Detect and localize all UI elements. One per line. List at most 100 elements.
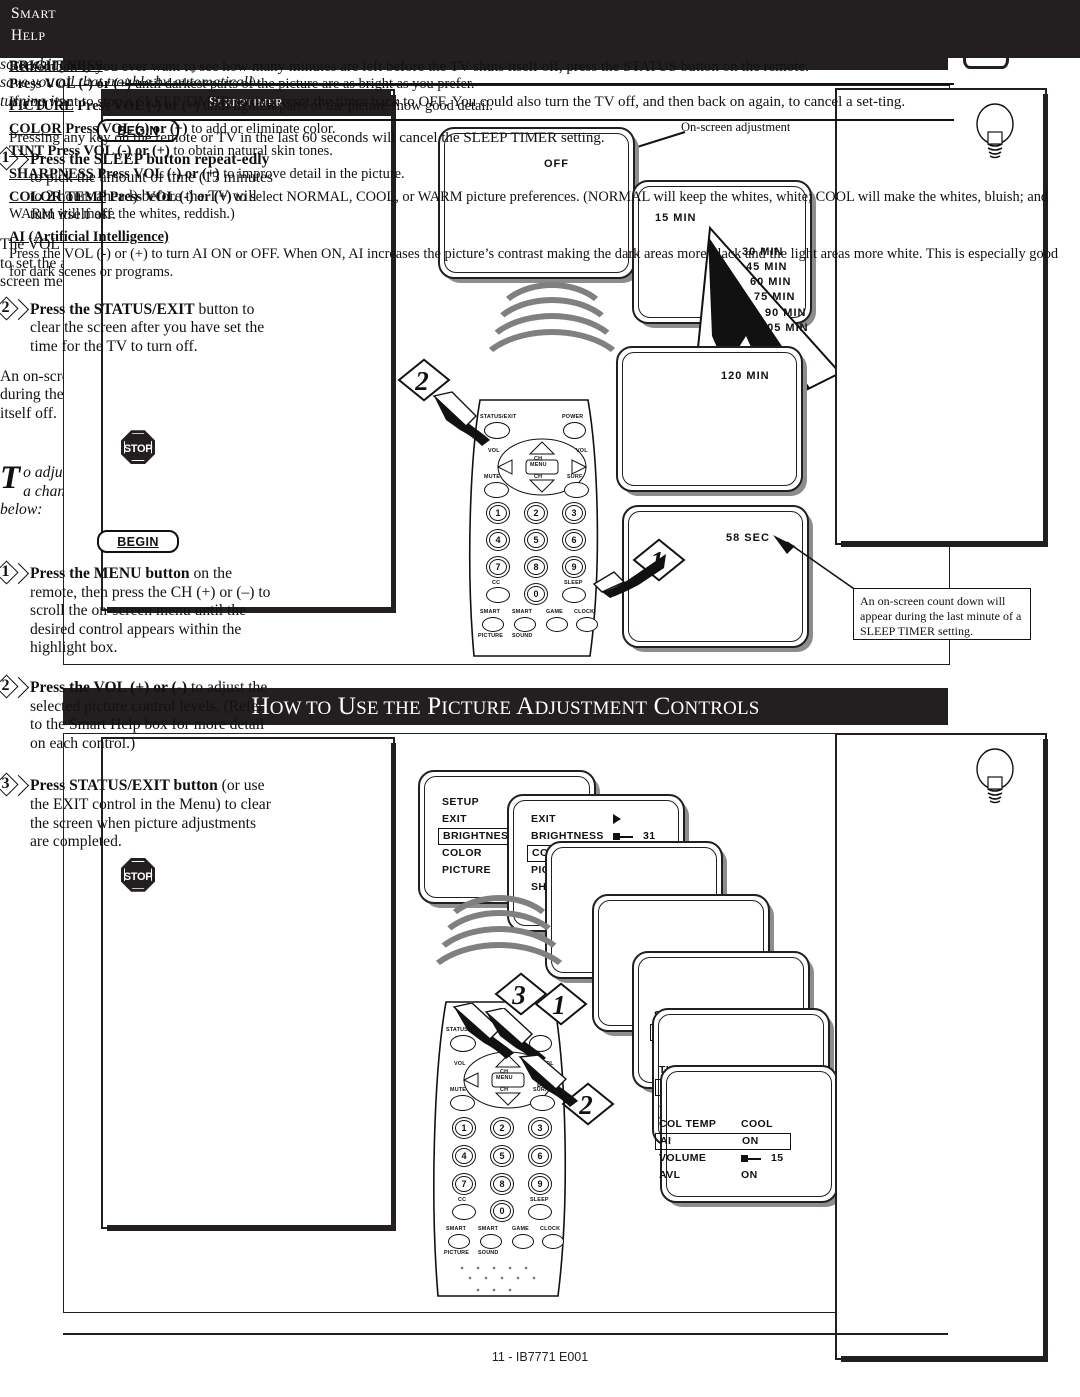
remote2-label-cc: CC bbox=[458, 1197, 467, 1203]
help-term-2: COLOR bbox=[9, 120, 62, 137]
help-term-0: BRIGHTNESS bbox=[9, 58, 103, 74]
remote2-label-sound: SOUND bbox=[478, 1250, 499, 1256]
smart-help-1-shadow-bottom bbox=[841, 541, 1048, 547]
remote1-key-5[interactable]: 5 bbox=[524, 529, 548, 551]
remote1-label-mute: MUTE bbox=[484, 474, 501, 480]
remote1-label-sleep: SLEEP bbox=[564, 580, 583, 586]
help-term-3: TINT bbox=[9, 143, 44, 160]
smart-help-2-title-line1: SMART bbox=[11, 5, 57, 22]
help-term-5: COLOR TEMP bbox=[9, 188, 106, 205]
help-term-6: AI (Artificial Intelligence) bbox=[9, 228, 169, 245]
menu-row-label: COL TEMP bbox=[659, 1118, 717, 1130]
remote2-key-sleep[interactable] bbox=[528, 1204, 552, 1220]
help-entry-3: TINT Press VOL (-) or (+) to obtain natu… bbox=[9, 143, 1071, 161]
menu-row-value: ON bbox=[741, 1167, 758, 1184]
menu-row-label: BRIGHTNESS bbox=[443, 830, 516, 842]
help-bold-3: Press VOL (-) or (+) bbox=[43, 143, 170, 160]
remote2-key-5[interactable]: 5 bbox=[490, 1145, 514, 1167]
remote1-label-ch-down: CH bbox=[534, 474, 543, 480]
remote2-label-mute: MUTE bbox=[450, 1087, 467, 1093]
remote1-key-0[interactable]: 0 bbox=[524, 583, 548, 605]
countdown-caption: An on-screen count down will appear duri… bbox=[853, 588, 1031, 640]
remote1-label-menu-key: MENU bbox=[530, 462, 547, 468]
menu-slider-icon bbox=[613, 831, 643, 841]
help-text-2: to add or eliminate color. bbox=[187, 120, 336, 137]
p-step-3: 3 Press STATUS/EXIT button (or use the E… bbox=[0, 772, 276, 851]
remote2-key-mute[interactable] bbox=[450, 1095, 475, 1111]
remote1-label-game: GAME bbox=[546, 609, 563, 615]
remote1-key-clock[interactable] bbox=[576, 617, 598, 632]
stop-sign-2: STOP bbox=[121, 857, 155, 892]
step-2-bold: Press the STATUS/EXIT bbox=[30, 300, 195, 318]
menu-value-text: ON bbox=[741, 1169, 758, 1181]
remote1-key-8[interactable]: 8 bbox=[524, 556, 548, 578]
remote2-key-2[interactable]: 2 bbox=[490, 1117, 514, 1139]
remote2-key-game[interactable] bbox=[512, 1234, 534, 1249]
remote2-key-4[interactable]: 4 bbox=[452, 1145, 476, 1167]
remote2-key-smart-picture[interactable] bbox=[448, 1234, 470, 1249]
remote1-key-game[interactable] bbox=[546, 617, 568, 632]
remote2-key-0[interactable]: 0 bbox=[490, 1200, 514, 1222]
menu-row[interactable]: COL TEMP COOL bbox=[655, 1116, 791, 1133]
help-entry-4: SHARPNESS Press VOL (-) or (+) to improv… bbox=[9, 166, 1071, 184]
remote1-key-6[interactable]: 6 bbox=[562, 529, 586, 551]
remote1-label-cc: CC bbox=[492, 580, 501, 586]
remote1-key-smart-sound[interactable] bbox=[514, 617, 536, 632]
p-step-diamond-3: 3 bbox=[0, 772, 30, 797]
remote2-key-smart-sound[interactable] bbox=[480, 1234, 502, 1249]
remote2-label-ch-down: CH bbox=[500, 1087, 509, 1093]
remote2-label-game: GAME bbox=[512, 1226, 529, 1232]
hand-pointer-5 bbox=[518, 1055, 578, 1107]
menu-slider-icon bbox=[741, 1153, 771, 1163]
menu-screen-7: COL TEMP COOL AI ON VOLUME 15 AVL ON bbox=[655, 1116, 791, 1184]
remote1-label-clock: CLOCK bbox=[574, 609, 595, 615]
smart-help-2-shadow-right bbox=[1043, 739, 1048, 1362]
picture-adjust-box-shadow-bottom bbox=[107, 1225, 396, 1231]
help-bold-2: Press VOL (-) or (+) bbox=[61, 120, 188, 137]
remote1-key-smart-picture[interactable] bbox=[482, 617, 504, 632]
remote1-key-1[interactable]: 1 bbox=[486, 502, 510, 524]
menu-row[interactable]: VOLUME 15 bbox=[655, 1150, 791, 1167]
remote2-key-1[interactable]: 1 bbox=[452, 1117, 476, 1139]
menu-row[interactable]: AVL ON bbox=[655, 1167, 791, 1184]
remote2-key-3[interactable]: 3 bbox=[528, 1117, 552, 1139]
tv4-osd-text: 58 SEC bbox=[726, 532, 770, 544]
remote2-key-cc[interactable] bbox=[452, 1204, 476, 1220]
remote2-label-smart-sound: SMART bbox=[478, 1226, 499, 1232]
menu-value-text: ON bbox=[742, 1135, 759, 1147]
remote1-key-3[interactable]: 3 bbox=[562, 502, 586, 524]
remote1-key-mute[interactable] bbox=[484, 482, 509, 498]
remote1-key-sleep[interactable] bbox=[562, 587, 586, 603]
remote2-label-menu-key: MENU bbox=[496, 1075, 513, 1081]
remote2-key-6[interactable]: 6 bbox=[528, 1145, 552, 1167]
remote1-label-sound: SOUND bbox=[512, 633, 533, 639]
remote1-key-2[interactable]: 2 bbox=[524, 502, 548, 524]
menu-row[interactable]: EXIT bbox=[527, 811, 663, 828]
footer-rule bbox=[63, 1333, 948, 1335]
remote1-key-4[interactable]: 4 bbox=[486, 529, 510, 551]
remote2-key-7[interactable]: 7 bbox=[452, 1173, 476, 1195]
help-text-4: to improve detail in the picture. bbox=[219, 165, 405, 182]
help-entry-1: PICTURE Press VOL (-) or (+) until light… bbox=[9, 98, 1071, 116]
remote2-key-clock[interactable] bbox=[542, 1234, 564, 1249]
remote1-label-vol-right: VOL bbox=[576, 448, 588, 454]
remote2-key-8[interactable]: 8 bbox=[490, 1173, 514, 1195]
remote2-key-9[interactable]: 9 bbox=[528, 1173, 552, 1195]
remote1-key-9[interactable]: 9 bbox=[562, 556, 586, 578]
hand-pointer-2 bbox=[592, 554, 666, 598]
menu-row-value: COOL bbox=[741, 1116, 773, 1133]
help-entry-5: COLOR TEMP Press VOL (-) or (+) to selec… bbox=[9, 189, 1071, 224]
menu-row-label: COLOR bbox=[442, 847, 482, 859]
timer-value-3: 75 MIN bbox=[754, 291, 796, 303]
section2-banner-title: HOW TO USE THE PICTURE ADJUSTMENT CONTRO… bbox=[251, 692, 760, 720]
p-step-1: 1 Press the MENU button on the remote, t… bbox=[0, 560, 276, 658]
lightbulb-icon-2 bbox=[962, 735, 1028, 804]
remote1-key-cc[interactable] bbox=[486, 587, 510, 603]
picture-adjust-box-shadow-right bbox=[391, 743, 396, 1231]
remote2-label-smart-picture: SMART bbox=[446, 1226, 467, 1232]
menu-row-label: EXIT bbox=[531, 813, 556, 825]
menu-row[interactable]: AI ON bbox=[655, 1133, 791, 1150]
menu-row-label: PICTURE bbox=[442, 864, 491, 876]
remote1-key-surf[interactable] bbox=[564, 482, 589, 498]
remote1-key-7[interactable]: 7 bbox=[486, 556, 510, 578]
